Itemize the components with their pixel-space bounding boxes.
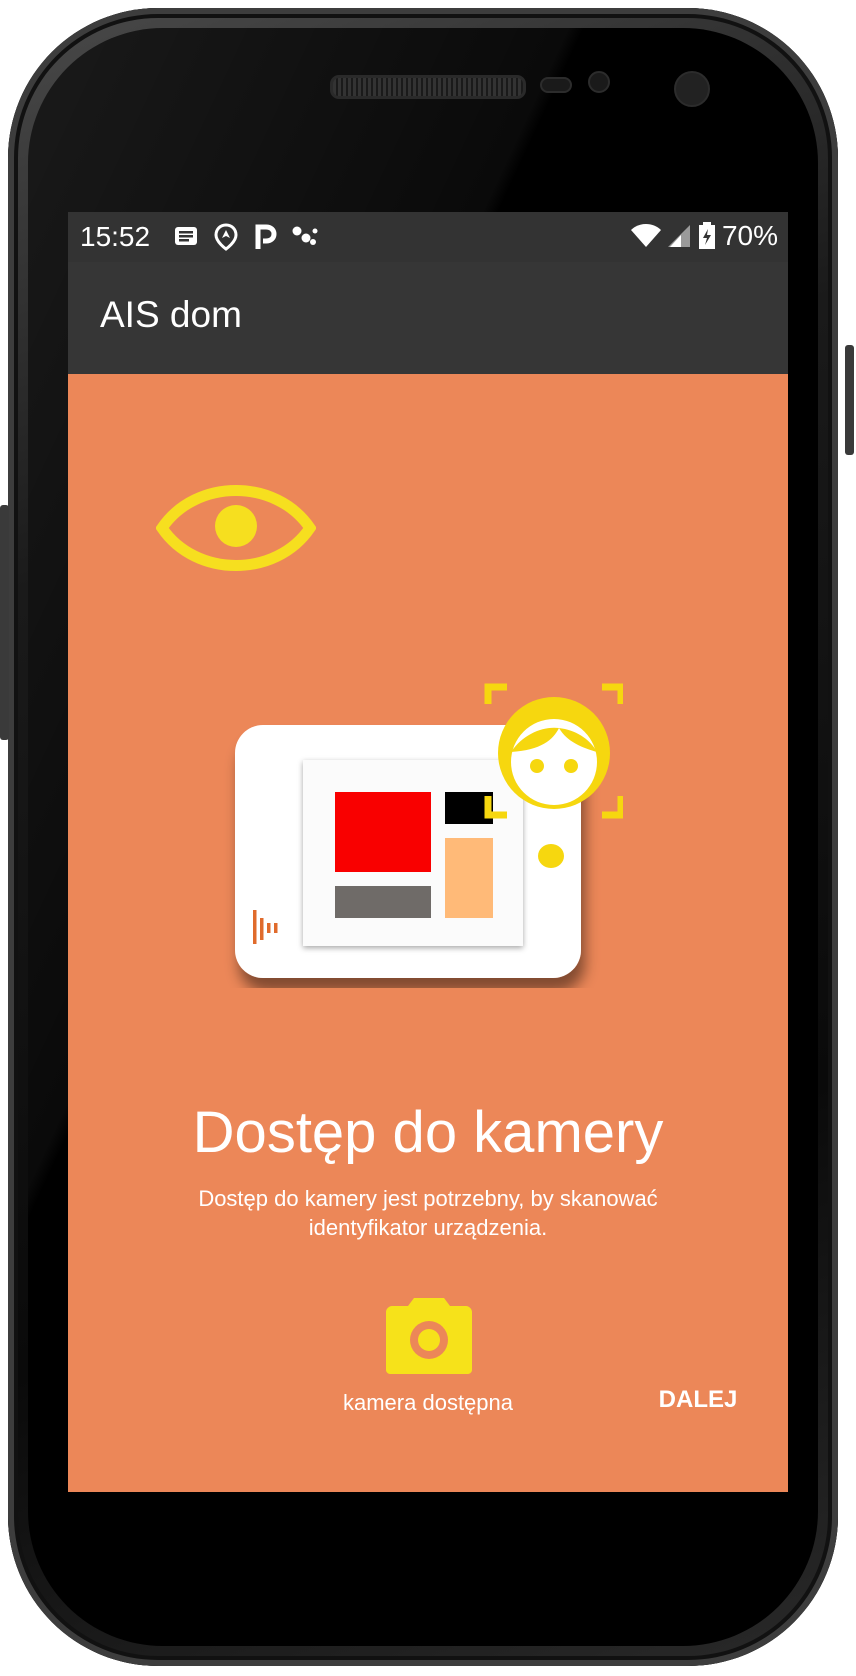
eye-icon (156, 485, 316, 571)
battery-percent: 70% (721, 220, 778, 251)
front-camera (674, 71, 710, 107)
status-bar: 15:52 70% (68, 212, 788, 262)
location-icon (214, 223, 238, 251)
next-button[interactable]: DALEJ (648, 1386, 748, 1414)
assistant-dots-icon (292, 226, 318, 245)
proximity-sensor (540, 77, 572, 93)
power-button (845, 345, 854, 455)
intro-slide: Dostęp do kamery Dostęp do kamery jest p… (68, 374, 788, 1492)
app-title: AIS dom (100, 294, 242, 335)
page-title: Dostęp do kamery (192, 1100, 664, 1165)
status-right: 70% (630, 220, 778, 252)
app-screen: 15:52 70% AIS dom Dostęp do kamery Dostę… (68, 212, 788, 1492)
light-sensor (588, 71, 610, 93)
tile-peach (445, 838, 493, 918)
face-icon (498, 697, 610, 809)
tile-red (335, 792, 431, 872)
parking-icon (255, 224, 277, 249)
tile-grey (335, 886, 431, 918)
wifi-icon (630, 224, 661, 247)
signal-icon (667, 225, 690, 247)
battery-charging-icon (698, 222, 715, 249)
volume-button (0, 505, 9, 740)
notification-icons (173, 223, 319, 251)
camera-status-label: kamera dostępna (343, 1390, 513, 1415)
news-icon (175, 227, 197, 245)
app-bar: AIS dom (68, 262, 788, 374)
page-description: Dostęp do kamery jest potrzebny, by skan… (198, 1186, 658, 1240)
tablet-face-scan-illustration (235, 683, 623, 978)
camera-icon[interactable] (386, 1296, 472, 1374)
status-time: 15:52 (80, 221, 151, 252)
tablet-home-button (538, 844, 564, 868)
earpiece-speaker (330, 75, 526, 99)
